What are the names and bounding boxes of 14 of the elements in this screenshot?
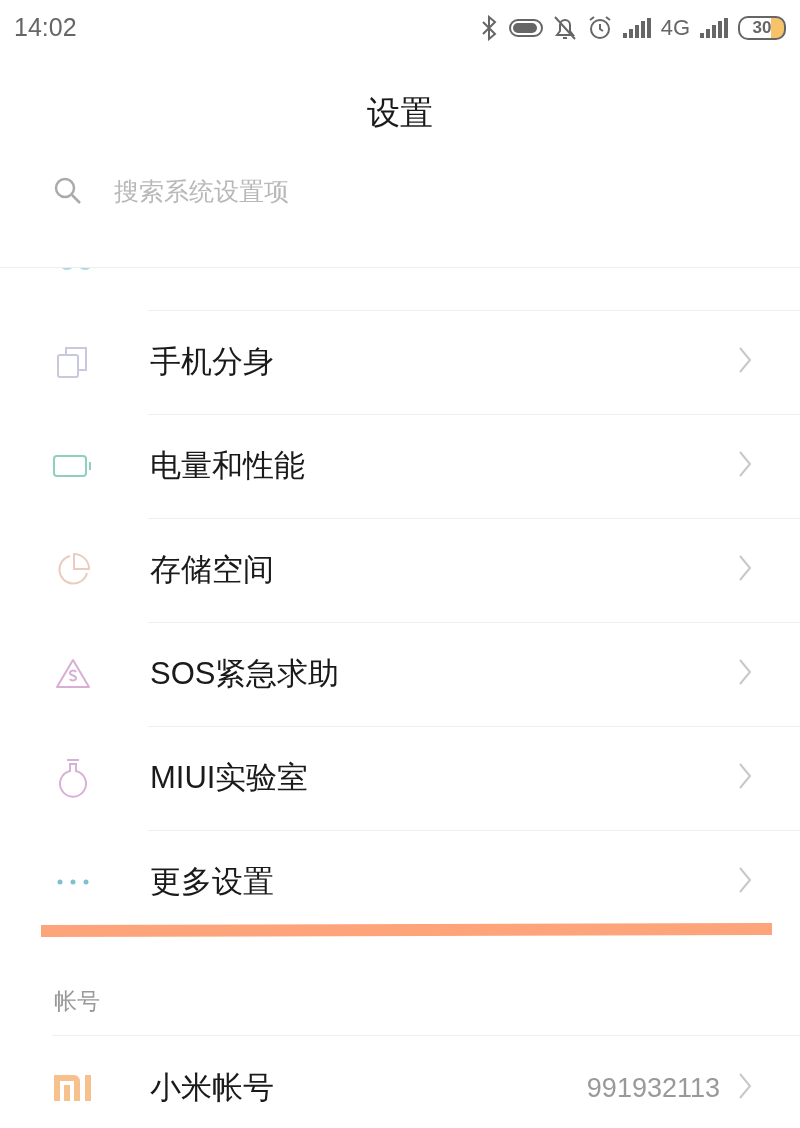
page-title: 设置	[366, 93, 434, 133]
setting-label[interactable]: 更多设置	[150, 861, 738, 903]
account-id: 991932113	[586, 1072, 720, 1104]
search-field[interactable]: 搜索系统设置项	[112, 175, 746, 207]
section-header: 帐号	[53, 987, 101, 1016]
clock-time: 14:02	[14, 13, 77, 42]
setting-label[interactable]: 电量和性能	[150, 445, 738, 487]
setting-label[interactable]: SOS紧急求助	[150, 653, 738, 695]
network-type: 4G	[660, 14, 690, 41]
battery-indicator: 30	[738, 15, 786, 40]
setting-label[interactable]: MIUI实验室	[150, 757, 738, 799]
setting-label[interactable]: 手机分身	[150, 341, 738, 383]
setting-label[interactable]: 小米帐号	[150, 1067, 587, 1109]
setting-label[interactable]: 存储空间	[150, 549, 738, 591]
